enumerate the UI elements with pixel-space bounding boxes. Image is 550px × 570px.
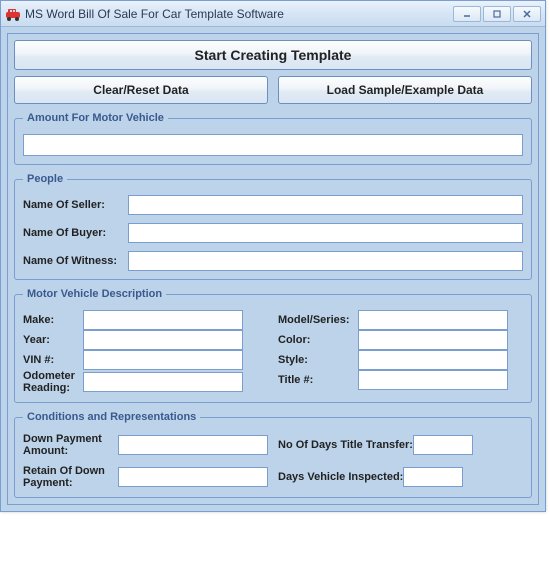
window-controls [453,6,541,22]
make-input[interactable] [83,310,243,330]
style-label: Style: [278,354,358,366]
buyer-label: Name Of Buyer: [23,227,128,239]
down-payment-input[interactable] [118,435,268,455]
amount-input[interactable] [23,134,523,156]
odometer-input[interactable] [83,372,243,392]
style-input[interactable] [358,350,508,370]
days-inspected-label: Days Vehicle Inspected: [278,471,403,483]
retain-label: Retain Of Down Payment: [23,465,118,489]
people-legend: People [23,173,67,185]
window-title: MS Word Bill Of Sale For Car Template So… [25,7,453,21]
clear-reset-button[interactable]: Clear/Reset Data [14,76,268,104]
color-input[interactable] [358,330,508,350]
witness-label: Name Of Witness: [23,255,128,267]
down-payment-label: Down Payment Amount: [23,433,118,457]
people-group: People Name Of Seller: Name Of Buyer: Na… [14,173,532,280]
year-input[interactable] [83,330,243,350]
maximize-button[interactable] [483,6,511,22]
load-sample-button[interactable]: Load Sample/Example Data [278,76,532,104]
client-area: Start Creating Template Clear/Reset Data… [1,27,545,511]
minimize-button[interactable] [453,6,481,22]
conditions-group: Conditions and Representations Down Paym… [14,411,532,498]
close-button[interactable] [513,6,541,22]
seller-label: Name Of Seller: [23,199,128,211]
year-label: Year: [23,334,83,346]
vin-input[interactable] [83,350,243,370]
vehicle-legend: Motor Vehicle Description [23,288,166,300]
model-input[interactable] [358,310,508,330]
app-icon [5,6,21,22]
titlebar: MS Word Bill Of Sale For Car Template So… [1,1,545,27]
secondary-buttons: Clear/Reset Data Load Sample/Example Dat… [14,76,532,104]
seller-input[interactable] [128,195,523,215]
buyer-input[interactable] [128,223,523,243]
titlenum-input[interactable] [358,370,508,390]
amount-legend: Amount For Motor Vehicle [23,112,168,124]
amount-group: Amount For Motor Vehicle [14,112,532,165]
odometer-label: Odometer Reading: [23,370,83,394]
retain-input[interactable] [118,467,268,487]
titlenum-label: Title #: [278,374,358,386]
main-panel: Start Creating Template Clear/Reset Data… [7,33,539,505]
vehicle-group: Motor Vehicle Description Make: Model/Se… [14,288,532,403]
color-label: Color: [278,334,358,346]
model-label: Model/Series: [278,314,358,326]
days-title-label: No Of Days Title Transfer: [278,439,413,451]
days-title-input[interactable] [413,435,473,455]
days-inspected-input[interactable] [403,467,463,487]
vin-label: VIN #: [23,354,83,366]
make-label: Make: [23,314,83,326]
witness-input[interactable] [128,251,523,271]
conditions-legend: Conditions and Representations [23,411,200,423]
start-creating-button[interactable]: Start Creating Template [14,40,532,70]
app-window: MS Word Bill Of Sale For Car Template So… [0,0,546,512]
